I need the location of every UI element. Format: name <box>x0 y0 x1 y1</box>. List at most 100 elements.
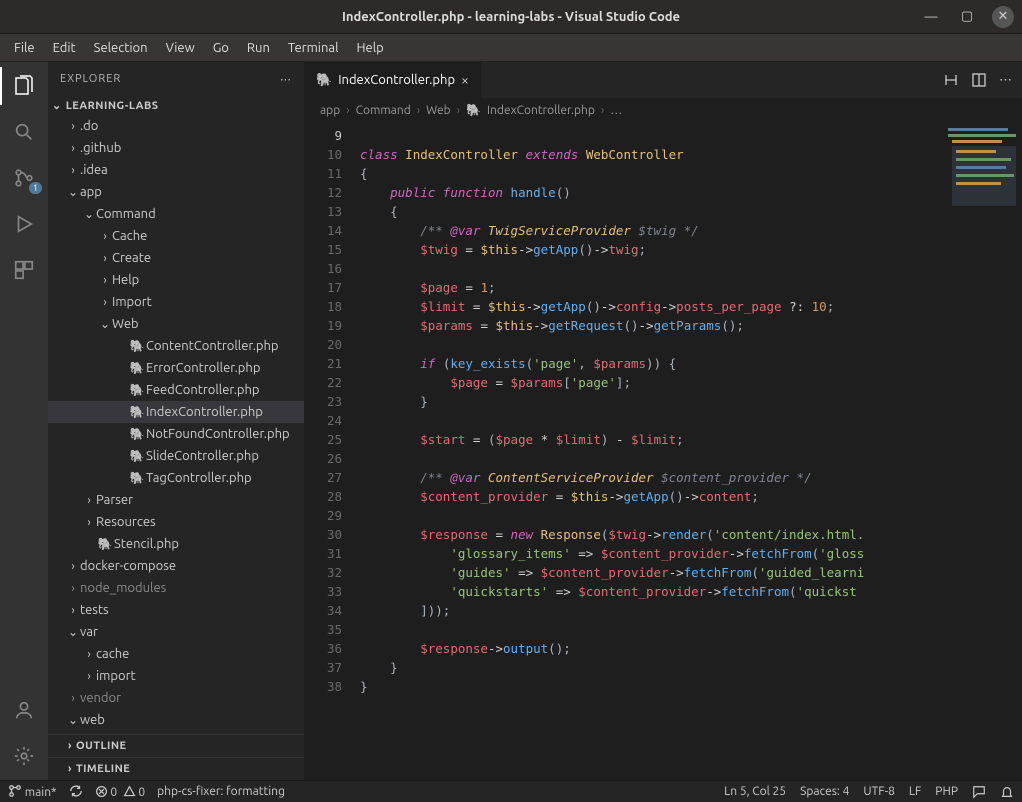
tree-item[interactable]: 🐘ContentController.php <box>48 335 304 357</box>
code-editor[interactable]: class IndexController extends WebControl… <box>360 122 942 780</box>
tree-item-label: SlideController.php <box>146 449 259 463</box>
warning-count: 0 <box>138 786 145 799</box>
tree-item[interactable]: ›Cache <box>48 225 304 247</box>
problems[interactable]: 0 0 <box>95 785 146 799</box>
tree-item-label: .github <box>80 141 121 155</box>
tree-item[interactable]: ›Resources <box>48 511 304 533</box>
more-actions-icon[interactable]: ⋯ <box>999 73 1012 88</box>
outline-section[interactable]: › OUTLINE <box>48 734 304 757</box>
tree-item[interactable]: ›vendor <box>48 687 304 709</box>
sidebar-more-icon[interactable]: ⋯ <box>280 73 292 86</box>
tree-item[interactable]: 🐘SlideController.php <box>48 445 304 467</box>
menu-view[interactable]: View <box>158 38 203 58</box>
tree-item[interactable]: 🐘ErrorController.php <box>48 357 304 379</box>
tree-item[interactable]: 🐘NotFoundController.php <box>48 423 304 445</box>
git-branch[interactable]: main* <box>8 784 57 799</box>
tree-item[interactable]: ⌄app <box>48 181 304 203</box>
tree-item[interactable]: ›node_modules <box>48 577 304 599</box>
breadcrumb-item[interactable]: Web <box>426 104 451 117</box>
tree-item-label: FeedController.php <box>146 383 260 397</box>
tree-item[interactable]: ›Parser <box>48 489 304 511</box>
source-control-icon[interactable]: 1 <box>10 164 38 192</box>
tab-indexcontroller[interactable]: 🐘 IndexController.php × <box>304 62 482 98</box>
breadcrumb-item[interactable]: … <box>610 104 622 117</box>
compare-changes-icon[interactable] <box>943 72 959 88</box>
chevron-right-icon: › <box>82 648 96 661</box>
tree-item[interactable]: ⌄Command <box>48 203 304 225</box>
breadcrumb-item[interactable]: app <box>320 104 340 117</box>
minimap[interactable] <box>942 122 1022 780</box>
php-file-icon: 🐘 <box>128 471 146 485</box>
tree-item[interactable]: ›Create <box>48 247 304 269</box>
breadcrumb-item[interactable]: IndexController.php <box>487 104 595 117</box>
tree-item[interactable]: ›Import <box>48 291 304 313</box>
explorer-icon[interactable] <box>10 72 38 100</box>
tree-item[interactable]: ⌄var <box>48 621 304 643</box>
tree-item[interactable]: ›import <box>48 665 304 687</box>
tree-item[interactable]: ⌄Web <box>48 313 304 335</box>
eol[interactable]: LF <box>909 785 921 798</box>
tree-item[interactable]: ⌄web <box>48 709 304 731</box>
tree-item[interactable]: ›.github <box>48 137 304 159</box>
chevron-right-icon: › <box>66 120 80 133</box>
chevron-right-icon: › <box>417 104 420 117</box>
notifications-icon[interactable] <box>1000 785 1014 799</box>
tree-item-label: Web <box>112 317 139 331</box>
tree-item[interactable]: ›.idea <box>48 159 304 181</box>
tree-item[interactable]: ›cache <box>48 643 304 665</box>
tree-item[interactable]: 🐘IndexController.php <box>48 401 304 423</box>
run-debug-icon[interactable] <box>10 210 38 238</box>
tree-item[interactable]: ›docker-compose <box>48 555 304 577</box>
window-title: IndexController.php - learning-labs - Vi… <box>342 10 680 24</box>
php-file-icon: 🐘 <box>96 537 114 551</box>
tree-item[interactable]: 🐘Stencil.php <box>48 533 304 555</box>
menu-go[interactable]: Go <box>205 38 237 58</box>
tree-item[interactable]: 🐘TagController.php <box>48 467 304 489</box>
tree-item-label: import <box>96 669 136 683</box>
accounts-icon[interactable] <box>10 696 38 724</box>
menu-run[interactable]: Run <box>239 38 278 58</box>
branch-label: main* <box>25 786 57 799</box>
split-editor-icon[interactable] <box>971 72 987 88</box>
tree-item-label: ErrorController.php <box>146 361 260 375</box>
breadcrumb[interactable]: app›Command›Web›🐘 IndexController.php›… <box>304 98 1022 122</box>
breadcrumb-item[interactable]: Command <box>356 104 411 117</box>
menu-terminal[interactable]: Terminal <box>280 38 347 58</box>
php-file-icon: 🐘 <box>128 449 146 463</box>
search-icon[interactable] <box>10 118 38 146</box>
cursor-position[interactable]: Ln 5, Col 25 <box>724 785 786 798</box>
extensions-icon[interactable] <box>10 256 38 284</box>
editor-actions: ⋯ <box>933 62 1022 98</box>
php-file-icon: 🐘 <box>128 405 146 419</box>
minimize-button[interactable]: — <box>920 6 942 28</box>
tree-item[interactable]: ›Help <box>48 269 304 291</box>
maximize-button[interactable]: ▢ <box>956 6 978 28</box>
tree-item-label: Import <box>112 295 152 309</box>
chevron-right-icon: › <box>601 104 604 117</box>
feedback-icon[interactable] <box>972 785 986 799</box>
tree-item[interactable]: ›.do <box>48 115 304 137</box>
menu-file[interactable]: File <box>6 38 43 58</box>
tree-item-label: IndexController.php <box>146 405 263 419</box>
sidebar-section-root[interactable]: ⌄ LEARNING-LABS <box>48 96 304 115</box>
encoding[interactable]: UTF-8 <box>863 785 894 798</box>
close-button[interactable]: ✕ <box>992 6 1014 28</box>
tree-item-label: Parser <box>96 493 133 507</box>
menu-edit[interactable]: Edit <box>45 38 84 58</box>
formatter-status[interactable]: php-cs-fixer: formatting <box>157 785 285 798</box>
menu-selection[interactable]: Selection <box>86 38 156 58</box>
settings-gear-icon[interactable] <box>10 742 38 770</box>
tree-item-label: tests <box>80 603 109 617</box>
activity-bar: 1 <box>0 62 48 780</box>
sync-icon[interactable] <box>69 784 83 799</box>
tree-item[interactable]: 🐘FeedController.php <box>48 379 304 401</box>
timeline-section[interactable]: › TIMELINE <box>48 757 304 780</box>
language-mode[interactable]: PHP <box>935 785 958 798</box>
close-tab-icon[interactable]: × <box>461 72 469 88</box>
tree-item[interactable]: ›tests <box>48 599 304 621</box>
chevron-right-icon: › <box>98 230 112 243</box>
indentation[interactable]: Spaces: 4 <box>800 785 849 798</box>
chevron-right-icon: › <box>66 692 80 705</box>
menu-help[interactable]: Help <box>348 38 391 58</box>
chevron-right-icon: › <box>98 296 112 309</box>
